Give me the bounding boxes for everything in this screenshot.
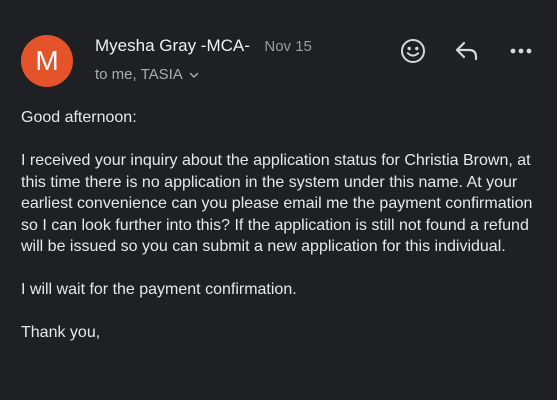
chevron-down-icon[interactable] <box>188 69 200 81</box>
email-body: Good afternoon: I received your inquiry … <box>21 107 536 365</box>
more-icon <box>510 48 532 54</box>
sender-row: Myesha Gray -MCA- Nov 15 <box>95 36 312 56</box>
recipients-label: to me, TASIA <box>95 66 183 83</box>
smiley-icon <box>401 39 425 63</box>
more-options-button[interactable] <box>505 37 537 65</box>
add-reaction-button[interactable] <box>397 37 429 65</box>
email-header: M Myesha Gray -MCA- Nov 15 to me, TASIA <box>0 0 557 100</box>
body-paragraph-2: I will wait for the payment confirmation… <box>21 281 297 298</box>
avatar[interactable]: M <box>21 35 73 87</box>
reply-button[interactable] <box>451 37 483 65</box>
sender-name[interactable]: Myesha Gray -MCA- <box>95 36 250 55</box>
closing-text: Thank you, <box>21 324 101 341</box>
greeting-text: Good afternoon: <box>21 109 137 126</box>
reply-icon <box>455 41 478 61</box>
email-date: Nov 15 <box>264 38 312 55</box>
recipients-toggle[interactable]: to me, TASIA <box>95 66 200 83</box>
body-paragraph-1: I received your inquiry about the applic… <box>21 152 533 255</box>
header-actions <box>375 37 537 65</box>
